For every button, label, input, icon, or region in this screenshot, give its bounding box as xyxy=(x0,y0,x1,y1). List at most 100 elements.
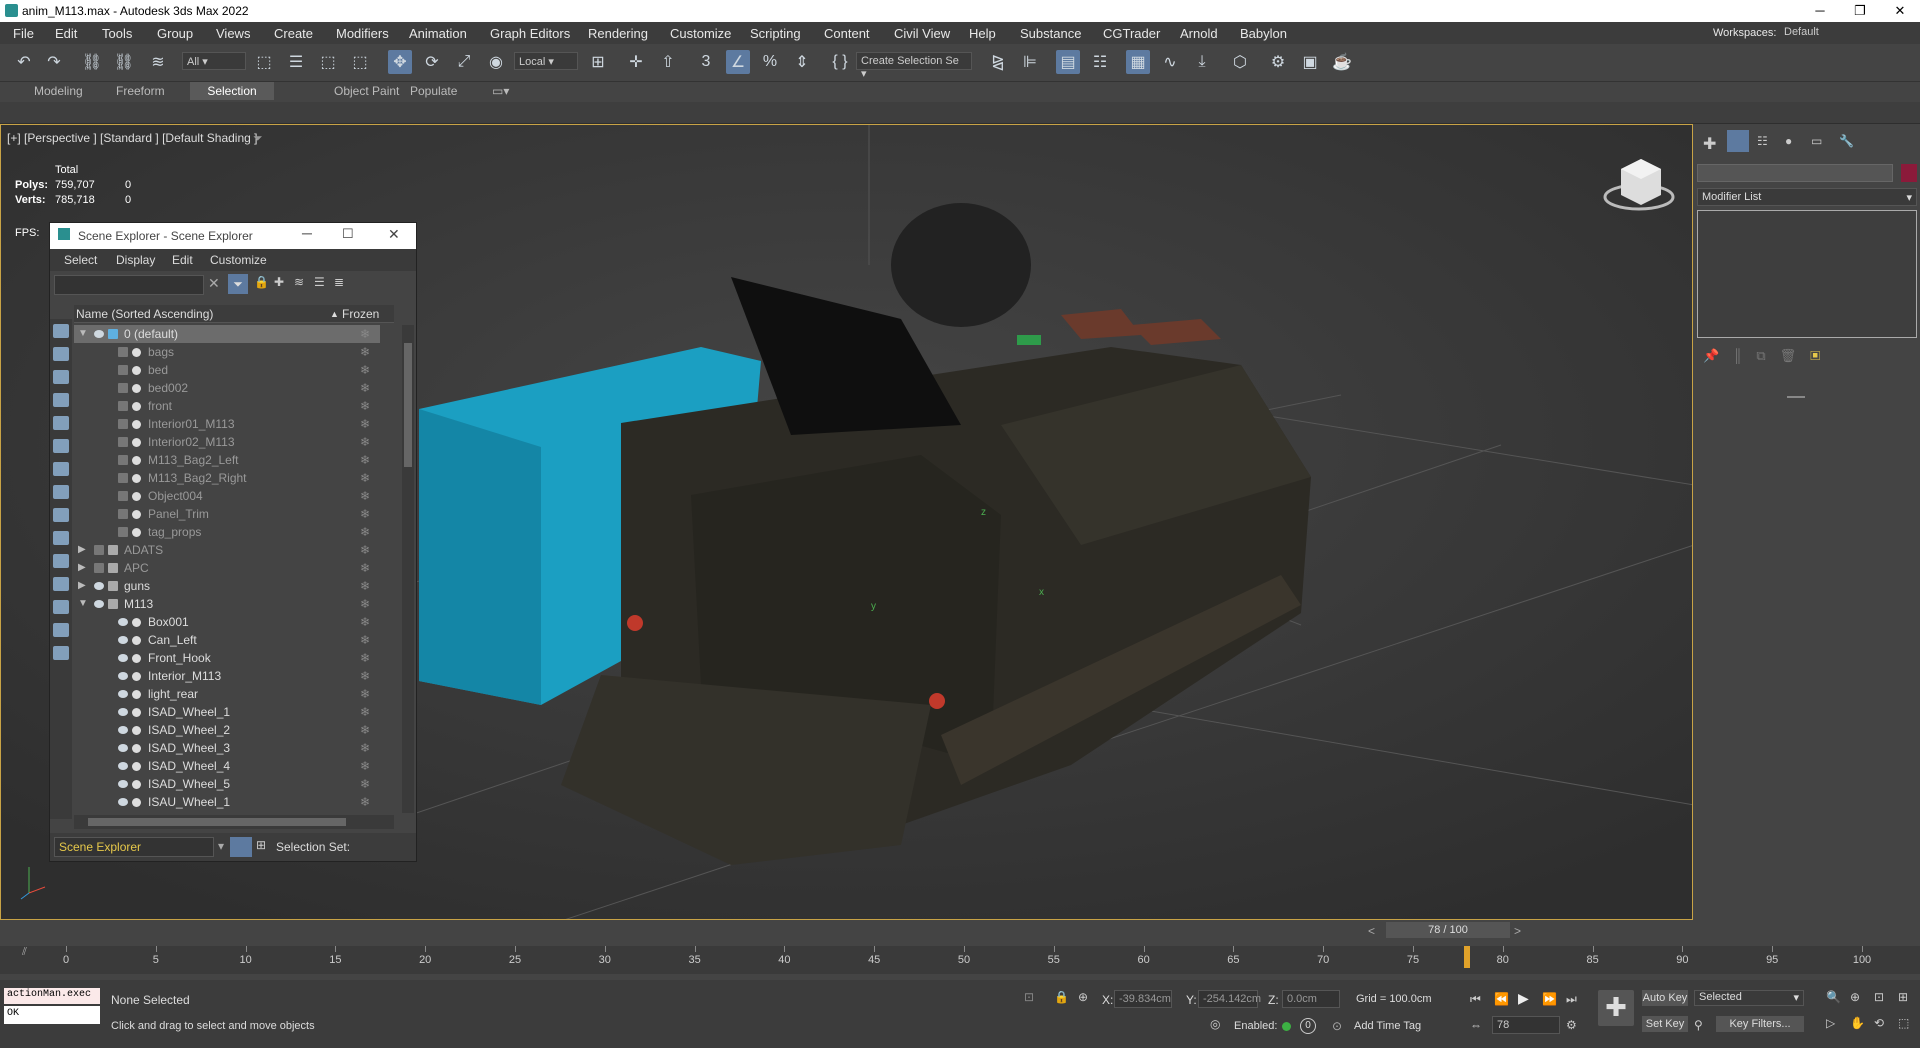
close-icon[interactable]: ✕ xyxy=(1880,0,1920,22)
fov-icon[interactable]: ▷ xyxy=(1826,1016,1835,1030)
freeze-toggle-icon[interactable]: ❄ xyxy=(360,523,370,541)
object-row[interactable]: Box001 ❄ xyxy=(74,613,380,631)
object-row[interactable]: front ❄ xyxy=(74,397,380,415)
set-key-button[interactable]: Set Key xyxy=(1642,1016,1688,1032)
filter-cameras-icon[interactable] xyxy=(53,393,69,407)
layer-row[interactable]: ▶ guns ❄ xyxy=(74,577,380,595)
current-frame-marker[interactable] xyxy=(1463,946,1470,968)
filter-icon[interactable]: ⏷ xyxy=(228,274,248,294)
explorer-menu-display[interactable]: Display xyxy=(116,253,155,267)
explorer-menu-edit[interactable]: Edit xyxy=(172,253,193,267)
rendered-frame-icon[interactable]: ▣ xyxy=(1298,50,1322,74)
visibility-eye-icon[interactable] xyxy=(118,744,128,752)
invert-display-icon[interactable] xyxy=(53,646,69,660)
orbit-icon[interactable]: ⟲ xyxy=(1874,1016,1884,1030)
layer-row[interactable]: ▶ APC ❄ xyxy=(74,559,380,577)
bind-space-warp-icon[interactable]: ≋ xyxy=(146,50,170,74)
ribbon-options-icon[interactable]: ▭▾ xyxy=(484,82,517,100)
freeze-toggle-icon[interactable]: ❄ xyxy=(360,685,370,703)
spinner-snap-icon[interactable]: ⇕ xyxy=(790,50,814,74)
scale-icon[interactable]: ⤢ xyxy=(452,50,476,74)
filter-lights-icon[interactable] xyxy=(53,370,69,384)
angle-snap-icon[interactable]: ∠ xyxy=(726,50,750,74)
object-row[interactable]: light_rear ❄ xyxy=(74,685,380,703)
key-set-dropdown[interactable]: Selected ▾ xyxy=(1694,990,1804,1006)
selection-filter-dropdown[interactable]: All ▾ xyxy=(182,52,246,70)
stack-tools-icons[interactable]: 📌║⧉🗑▣ xyxy=(1703,348,1834,364)
lock-icon[interactable]: 🔒 xyxy=(254,275,269,289)
freeze-toggle-icon[interactable]: ❄ xyxy=(360,577,370,595)
filter-helpers-icon[interactable] xyxy=(53,416,69,430)
freeze-toggle-icon[interactable]: ❄ xyxy=(360,415,370,433)
hidden-toggle-icon[interactable] xyxy=(118,491,128,501)
freeze-toggle-icon[interactable]: ❄ xyxy=(360,397,370,415)
visibility-eye-icon[interactable] xyxy=(118,618,128,626)
explorer-type-dropdown[interactable]: Scene Explorer xyxy=(54,837,214,857)
object-row[interactable]: Front_Hook ❄ xyxy=(74,649,380,667)
utilities-tab-icon[interactable]: 🔧 xyxy=(1839,134,1854,148)
hidden-toggle-icon[interactable] xyxy=(118,401,128,411)
menu-help[interactable]: Help xyxy=(969,26,996,41)
display-tab-icon[interactable]: ▭ xyxy=(1811,134,1822,148)
visibility-eye-icon[interactable] xyxy=(94,600,104,608)
object-row[interactable]: ISAD_Wheel_3 ❄ xyxy=(74,739,380,757)
menu-substance[interactable]: Substance xyxy=(1020,26,1081,41)
freeze-toggle-icon[interactable]: ❄ xyxy=(360,703,370,721)
link-icon[interactable]: ⛓ xyxy=(80,50,104,74)
explorer-maximize-icon[interactable]: ☐ xyxy=(342,226,354,242)
layer-row[interactable]: ▼ 0 (default) ❄ xyxy=(74,325,380,343)
display-all-icon[interactable] xyxy=(53,600,69,614)
goto-end-icon[interactable]: ⏭ xyxy=(1566,992,1577,1007)
align-icon[interactable]: ⊫ xyxy=(1018,50,1042,74)
menu-babylon[interactable]: Babylon xyxy=(1240,26,1287,41)
modifier-stack[interactable] xyxy=(1697,210,1917,338)
object-row[interactable]: M113_Bag2_Left ❄ xyxy=(74,451,380,469)
hidden-toggle-icon[interactable] xyxy=(118,437,128,447)
hidden-toggle-icon[interactable] xyxy=(118,347,128,357)
y-coordinate-field[interactable]: -254.142cm xyxy=(1198,990,1261,1008)
undo-icon[interactable]: ↶ xyxy=(12,50,36,74)
menu-create[interactable]: Create xyxy=(274,26,313,41)
visibility-eye-icon[interactable] xyxy=(118,726,128,734)
menu-edit[interactable]: Edit xyxy=(55,26,77,41)
goto-start-icon[interactable]: ⏮ xyxy=(1470,992,1481,1007)
freeze-toggle-icon[interactable]: ❄ xyxy=(360,595,370,613)
freeze-toggle-icon[interactable]: ❄ xyxy=(360,361,370,379)
menu-modifiers[interactable]: Modifiers xyxy=(336,26,389,41)
freeze-toggle-icon[interactable]: ❄ xyxy=(360,649,370,667)
key-mode-icon[interactable]: ⇔ xyxy=(1470,1018,1482,1032)
explorer-vertical-scrollbar[interactable] xyxy=(402,325,414,813)
next-frame-icon[interactable]: > xyxy=(1514,924,1521,938)
z-coordinate-field[interactable]: 0.0cm xyxy=(1282,990,1340,1008)
object-row[interactable]: bags ❄ xyxy=(74,343,380,361)
hidden-toggle-icon[interactable] xyxy=(118,527,128,537)
visibility-eye-icon[interactable] xyxy=(118,798,128,806)
hidden-toggle-icon[interactable] xyxy=(94,563,104,573)
set-key-big-icon[interactable]: ✚ xyxy=(1598,990,1634,1026)
modifier-list-dropdown[interactable]: Modifier List ▾ xyxy=(1697,188,1917,206)
filter-shapes-icon[interactable] xyxy=(53,347,69,361)
freeze-toggle-icon[interactable]: ❄ xyxy=(360,757,370,775)
explorer-menu-customize[interactable]: Customize xyxy=(210,253,267,267)
visibility-eye-icon[interactable] xyxy=(118,708,128,716)
filter-containers-icon[interactable] xyxy=(53,531,69,545)
object-name-field[interactable] xyxy=(1697,164,1893,182)
render-setup-icon[interactable]: ⚙ xyxy=(1266,50,1290,74)
explorer-menu-select[interactable]: Select xyxy=(64,253,97,267)
zoom-extents-icon[interactable]: ⊡ xyxy=(1874,990,1884,1004)
freeze-toggle-icon[interactable]: ❄ xyxy=(360,613,370,631)
menu-content[interactable]: Content xyxy=(824,26,870,41)
prev-key-icon[interactable]: ⏪ xyxy=(1494,992,1509,1006)
layer-stack-icon[interactable]: ≣ xyxy=(334,275,344,289)
tab-populate[interactable]: Populate xyxy=(402,82,465,100)
filter-spacewarps-icon[interactable] xyxy=(53,439,69,453)
visibility-eye-icon[interactable] xyxy=(118,672,128,680)
auto-key-button[interactable]: Auto Key xyxy=(1642,990,1688,1006)
time-tag-icon[interactable]: ⊙ xyxy=(1332,1019,1342,1033)
freeze-toggle-icon[interactable]: ❄ xyxy=(360,739,370,757)
explorer-close-icon[interactable]: ✕ xyxy=(388,226,400,243)
adaptive-degradation-icon[interactable]: ◎ xyxy=(1210,1017,1220,1031)
mirror-icon[interactable]: ⧎ xyxy=(986,50,1010,74)
tab-selection[interactable]: Selection xyxy=(190,82,274,100)
sort-by-layer-icon[interactable] xyxy=(230,837,252,857)
